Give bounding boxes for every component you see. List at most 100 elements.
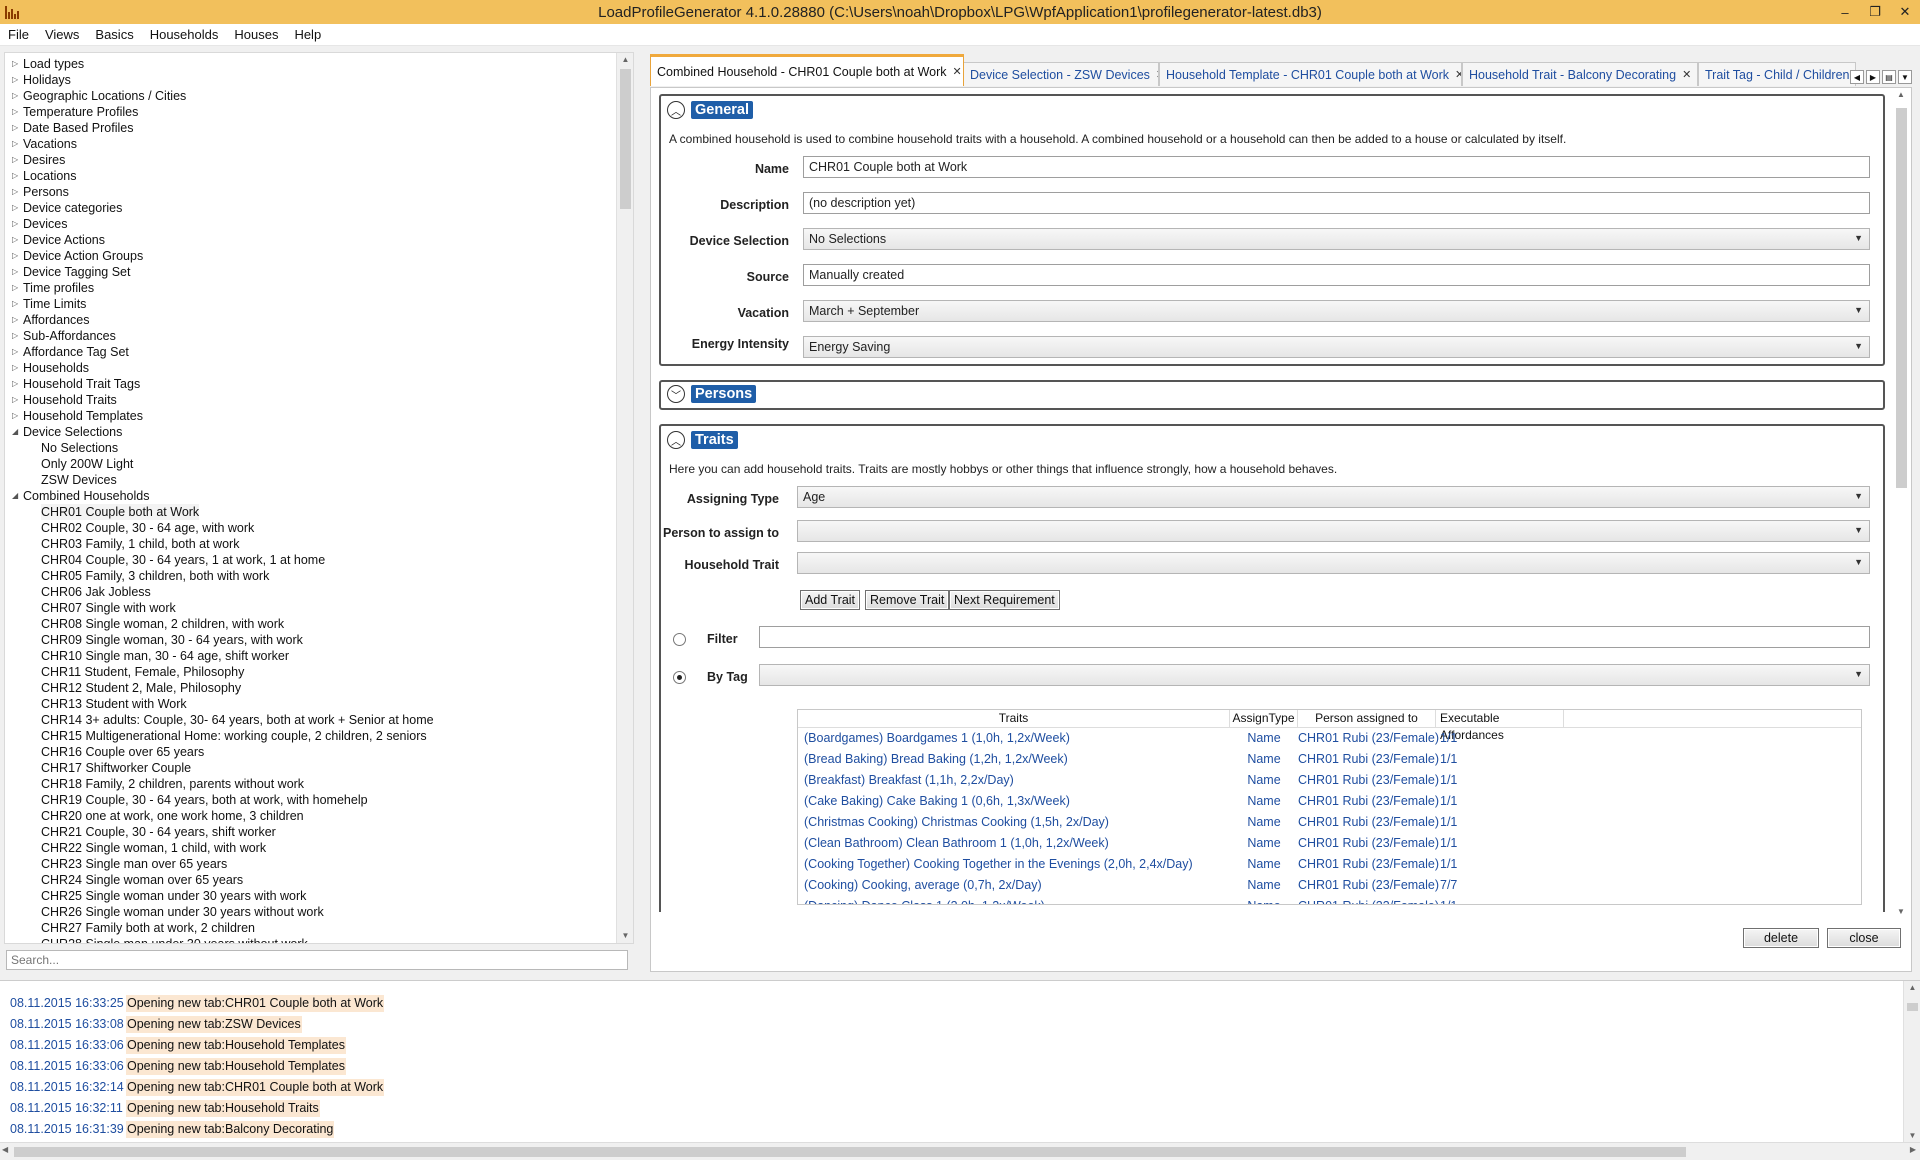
tab-combined-household[interactable]: Combined Household - CHR01 Couple both a…	[650, 54, 964, 86]
tree-collapsed-icon[interactable]: ▷	[5, 280, 23, 296]
tree-child-item[interactable]: CHR28 Single man under 30 years without …	[5, 936, 617, 943]
tree-item[interactable]: ▷ Households	[5, 360, 617, 376]
tree-collapsed-icon[interactable]: ▷	[5, 408, 23, 424]
tree-item[interactable]: ▷ Device Actions	[5, 232, 617, 248]
tree-item[interactable]: ▷ Temperature Profiles	[5, 104, 617, 120]
scroll-left-icon[interactable]: ◀	[2, 1145, 8, 1154]
tree-item[interactable]: ◢ Combined Households	[5, 488, 617, 504]
tab-scroll-right-icon[interactable]: ▶	[1866, 70, 1880, 84]
tree-collapsed-icon[interactable]: ▷	[5, 312, 23, 328]
close-icon[interactable]: ✕	[1682, 68, 1691, 81]
tree-child-item[interactable]: CHR09 Single woman, 30 - 64 years, with …	[5, 632, 617, 648]
scroll-up-icon[interactable]: ▲	[1897, 90, 1905, 99]
tree-collapsed-icon[interactable]: ▷	[5, 56, 23, 72]
tree-child-item[interactable]: CHR07 Single with work	[5, 600, 617, 616]
tree-search-input[interactable]	[6, 950, 628, 970]
menu-households[interactable]: Households	[142, 27, 227, 42]
tree-item[interactable]: ▷ Geographic Locations / Cities	[5, 88, 617, 104]
tree-child-item[interactable]: CHR16 Couple over 65 years	[5, 744, 617, 760]
scroll-up-icon[interactable]: ▲	[617, 53, 633, 67]
tree-item[interactable]: ▷ Device categories	[5, 200, 617, 216]
scroll-down-icon[interactable]: ▼	[617, 929, 633, 943]
tree-collapsed-icon[interactable]: ▷	[5, 120, 23, 136]
tree-child-item[interactable]: CHR10 Single man, 30 - 64 age, shift wor…	[5, 648, 617, 664]
source-field[interactable]: Manually created	[803, 264, 1870, 286]
tree-item[interactable]: ▷ Date Based Profiles	[5, 120, 617, 136]
description-field[interactable]: (no description yet)	[803, 192, 1870, 214]
tree-child-item[interactable]: CHR21 Couple, 30 - 64 years, shift worke…	[5, 824, 617, 840]
tree-item[interactable]: ▷ Household Trait Tags	[5, 376, 617, 392]
content-scroll-thumb[interactable]	[1896, 108, 1907, 488]
tree-item[interactable]: ▷ Persons	[5, 184, 617, 200]
close-window-button[interactable]: ✕	[1890, 0, 1920, 24]
tree-scroll-thumb[interactable]	[620, 69, 631, 209]
tree-child-item[interactable]: No Selections	[5, 440, 617, 456]
column-header-traits[interactable]: Traits	[798, 710, 1230, 727]
tree-child-item[interactable]: ZSW Devices	[5, 472, 617, 488]
log-scrollbar[interactable]: ▲ ▼	[1903, 981, 1920, 1142]
tree-child-item[interactable]: CHR27 Family both at work, 2 children	[5, 920, 617, 936]
tree-collapsed-icon[interactable]: ▷	[5, 72, 23, 88]
tree-child-item[interactable]: CHR18 Family, 2 children, parents withou…	[5, 776, 617, 792]
menu-views[interactable]: Views	[37, 27, 87, 42]
tree-item[interactable]: ▷ Desires	[5, 152, 617, 168]
tree-item[interactable]: ◢ Device Selections	[5, 424, 617, 440]
remove-trait-button[interactable]: Remove Trait	[865, 590, 950, 610]
menu-help[interactable]: Help	[286, 27, 329, 42]
tree-child-item[interactable]: CHR06 Jak Jobless	[5, 584, 617, 600]
tree-child-item[interactable]: CHR01 Couple both at Work	[5, 504, 617, 520]
tree-item[interactable]: ▷ Device Tagging Set	[5, 264, 617, 280]
tab-household-trait[interactable]: Household Trait - Balcony Decorating ✕	[1462, 62, 1698, 86]
column-header-executable[interactable]: Executable Affordances	[1436, 710, 1564, 742]
tree-expanded-icon[interactable]: ◢	[5, 424, 23, 440]
filter-radio[interactable]	[673, 633, 686, 646]
tree-item[interactable]: ▷ Devices	[5, 216, 617, 232]
tree-child-item[interactable]: CHR08 Single woman, 2 children, with wor…	[5, 616, 617, 632]
column-header-assigntype[interactable]: AssignType	[1230, 710, 1298, 727]
scroll-up-icon[interactable]: ▲	[1904, 981, 1920, 995]
tree-item[interactable]: ▷ Affordance Tag Set	[5, 344, 617, 360]
tab-list-icon[interactable]: ▤	[1882, 70, 1896, 84]
tree-collapsed-icon[interactable]: ▷	[5, 184, 23, 200]
tree-child-item[interactable]: CHR23 Single man over 65 years	[5, 856, 617, 872]
tree-child-item[interactable]: CHR25 Single woman under 30 years with w…	[5, 888, 617, 904]
log-hscroll-thumb[interactable]	[14, 1147, 1686, 1157]
menu-houses[interactable]: Houses	[226, 27, 286, 42]
tree-child-item[interactable]: CHR22 Single woman, 1 child, with work	[5, 840, 617, 856]
tree-child-item[interactable]: CHR19 Couple, 30 - 64 years, both at wor…	[5, 792, 617, 808]
tree-child-item[interactable]: CHR14 3+ adults: Couple, 30- 64 years, b…	[5, 712, 617, 728]
close-button[interactable]: close	[1827, 928, 1901, 948]
tab-device-selection[interactable]: Device Selection - ZSW Devices ✕	[963, 62, 1159, 86]
close-icon[interactable]: ✕	[1455, 68, 1461, 81]
tab-household-template[interactable]: Household Template - CHR01 Couple both a…	[1159, 62, 1462, 86]
tree-expanded-icon[interactable]: ◢	[5, 488, 23, 504]
tree-item[interactable]: ▷ Affordances	[5, 312, 617, 328]
tree-item[interactable]: ▷ Household Templates	[5, 408, 617, 424]
tree-child-item[interactable]: CHR20 one at work, one work home, 3 chil…	[5, 808, 617, 824]
menu-file[interactable]: File	[0, 27, 37, 42]
persons-group[interactable]: ﹀ Persons	[659, 380, 1885, 410]
tree-item[interactable]: ▷ Load types	[5, 56, 617, 72]
table-row[interactable]: (Cooking) Cooking, average (0,7h, 2x/Day…	[798, 875, 1861, 896]
tree-child-item[interactable]: CHR24 Single woman over 65 years	[5, 872, 617, 888]
content-scrollbar[interactable]: ▲ ▼	[1893, 90, 1910, 916]
tab-trait-tag[interactable]: Trait Tag - Child / Children	[1698, 62, 1856, 86]
table-row[interactable]: (Cake Baking) Cake Baking 1 (0,6h, 1,3x/…	[798, 791, 1861, 812]
delete-button[interactable]: delete	[1743, 928, 1819, 948]
by-tag-dropdown[interactable]: ▼	[759, 664, 1870, 686]
tree-collapsed-icon[interactable]: ▷	[5, 136, 23, 152]
tree-item[interactable]: ▷ Time Limits	[5, 296, 617, 312]
device-selection-dropdown[interactable]: No Selections ▼	[803, 228, 1870, 250]
tree-item[interactable]: ▷ Household Traits	[5, 392, 617, 408]
tree-child-item[interactable]: CHR04 Couple, 30 - 64 years, 1 at work, …	[5, 552, 617, 568]
table-row[interactable]: (Christmas Cooking) Christmas Cooking (1…	[798, 812, 1861, 833]
tree-collapsed-icon[interactable]: ▷	[5, 152, 23, 168]
name-field[interactable]: CHR01 Couple both at Work	[803, 156, 1870, 178]
tree-collapsed-icon[interactable]: ▷	[5, 344, 23, 360]
next-requirement-button[interactable]: Next Requirement	[949, 590, 1060, 610]
vacation-dropdown[interactable]: March + September ▼	[803, 300, 1870, 322]
assigning-type-dropdown[interactable]: Age ▼	[797, 486, 1870, 508]
tree-collapsed-icon[interactable]: ▷	[5, 296, 23, 312]
tree-collapsed-icon[interactable]: ▷	[5, 88, 23, 104]
by-tag-radio[interactable]	[673, 671, 686, 684]
